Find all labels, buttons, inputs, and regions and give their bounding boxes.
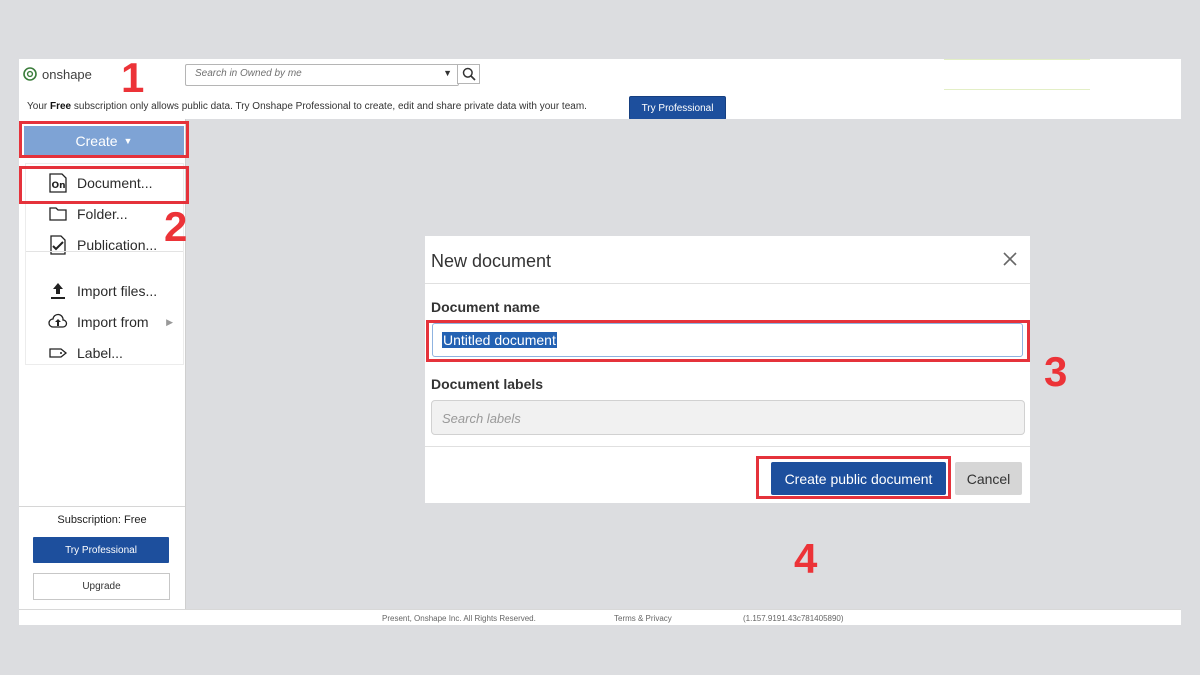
- try-professional-sidebar-button[interactable]: Try Professional: [33, 537, 169, 563]
- chevron-right-icon: ▶: [166, 316, 173, 327]
- banner-suffix: subscription only allows public data. Tr…: [71, 101, 587, 112]
- search-button[interactable]: [457, 64, 480, 84]
- document-name-label: Document name: [431, 299, 540, 315]
- try-professional-button[interactable]: Try Professional: [629, 96, 726, 120]
- menu-divider: [26, 251, 183, 252]
- search-scope-dropdown-icon[interactable]: ▼: [443, 68, 452, 78]
- menu-item-publication[interactable]: Publication...: [26, 233, 183, 257]
- footer-copyright: Present, Onshape Inc. All Rights Reserve…: [382, 614, 536, 623]
- banner-bold: Free: [49, 101, 72, 112]
- banner-text: Your Free subscription only allows publi…: [27, 101, 587, 112]
- subscription-label: Subscription: Free: [57, 514, 147, 526]
- search-placeholder: Search in Owned by me: [195, 68, 302, 79]
- step-3-marker: 3: [1044, 348, 1068, 395]
- highlight-create-public-button: [756, 456, 951, 499]
- dialog-divider: [425, 283, 1030, 284]
- publication-icon: [48, 235, 68, 255]
- search-input[interactable]: Search in Owned by me ▼: [185, 64, 459, 86]
- document-labels-label: Document labels: [431, 376, 544, 392]
- menu-item-folder[interactable]: Folder...: [26, 202, 183, 226]
- highlight-document-item: [19, 166, 189, 204]
- menu-item-import-files[interactable]: Import files...: [26, 279, 183, 303]
- top-bar: onshape Search in Owned by me ▼: [19, 59, 1181, 90]
- menu-item-label[interactable]: Label...: [26, 341, 183, 365]
- upgrade-button[interactable]: Upgrade: [33, 573, 170, 600]
- labels-placeholder: Search labels: [442, 411, 521, 426]
- cloud-upload-icon: [48, 312, 68, 332]
- menu-item-label-text: Label...: [77, 345, 123, 361]
- onshape-logo-icon: [23, 67, 37, 81]
- banner-prefix: Your: [27, 101, 50, 112]
- footer: Present, Onshape Inc. All Rights Reserve…: [19, 609, 1181, 625]
- menu-item-label: Import files...: [77, 283, 158, 299]
- footer-version: (1.157.9191.43c781405890): [743, 614, 844, 623]
- document-labels-input[interactable]: Search labels: [431, 400, 1025, 435]
- label-icon: [48, 343, 68, 363]
- folder-icon: [48, 204, 68, 224]
- subscription-panel: Subscription: Free Try Professional Upgr…: [19, 506, 185, 610]
- dialog-footer-divider: [425, 446, 1030, 447]
- logo-text: onshape: [42, 66, 92, 82]
- onshape-logo[interactable]: onshape: [23, 65, 92, 83]
- menu-item-import-from[interactable]: Import from ▶: [26, 310, 183, 334]
- step-4-marker: 4: [794, 535, 818, 582]
- highlight-create-button: [19, 121, 189, 158]
- step-2-marker: 2: [164, 203, 188, 250]
- dialog-title: New document: [431, 251, 552, 271]
- upload-icon: [48, 281, 68, 301]
- menu-item-label: Import from: [77, 314, 149, 330]
- footer-terms-link[interactable]: Terms & Privacy: [614, 614, 672, 623]
- highlight-document-name: [426, 320, 1030, 362]
- close-icon[interactable]: [1002, 251, 1018, 267]
- subscription-banner: Your Free subscription only allows publi…: [19, 90, 1181, 120]
- search-icon: [462, 67, 476, 81]
- step-1-marker: 1: [121, 54, 145, 101]
- menu-item-label: Folder...: [77, 206, 128, 222]
- top-bar-accent: [944, 59, 1090, 90]
- cancel-button[interactable]: Cancel: [955, 462, 1022, 495]
